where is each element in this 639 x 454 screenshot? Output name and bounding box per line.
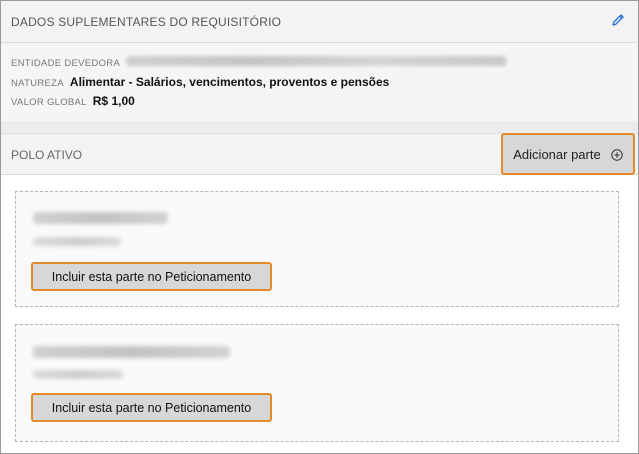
party-name-redacted bbox=[33, 212, 168, 224]
requisitorio-panel: DADOS SUPLEMENTARES DO REQUISITÓRIO ENTI… bbox=[0, 0, 639, 454]
valor-label: VALOR GLOBAL bbox=[11, 97, 87, 108]
valor-value: R$ 1,00 bbox=[92, 94, 135, 108]
natureza-value: Alimentar - Salários, vencimentos, prove… bbox=[69, 75, 390, 89]
party-id-redacted bbox=[33, 237, 121, 246]
section-header: DADOS SUPLEMENTARES DO REQUISITÓRIO bbox=[1, 1, 638, 43]
pencil-icon[interactable] bbox=[610, 12, 626, 28]
entidade-label: ENTIDADE DEVEDORA bbox=[11, 58, 121, 69]
supplementary-info: ENTIDADE DEVEDORA NATUREZA Alimentar - S… bbox=[1, 43, 638, 121]
party-name-redacted bbox=[33, 346, 230, 358]
include-party-button[interactable]: Incluir esta parte no Peticionamento bbox=[31, 262, 272, 291]
natureza-label: NATUREZA bbox=[11, 78, 64, 89]
add-party-label: Adicionar parte bbox=[513, 146, 601, 162]
polo-ativo-title: POLO ATIVO bbox=[11, 148, 83, 162]
entidade-value-redacted bbox=[126, 56, 507, 66]
valor-row: VALOR GLOBAL R$ 1,00 bbox=[11, 94, 135, 108]
add-party-button[interactable]: Adicionar parte bbox=[501, 133, 635, 175]
section-title: DADOS SUPLEMENTARES DO REQUISITÓRIO bbox=[11, 15, 282, 29]
party-id-redacted bbox=[33, 370, 123, 379]
party-card: Incluir esta parte no Peticionamento bbox=[15, 191, 619, 307]
natureza-row: NATUREZA Alimentar - Salários, venciment… bbox=[11, 75, 389, 89]
party-card: Incluir esta parte no Peticionamento bbox=[15, 324, 619, 442]
include-party-button[interactable]: Incluir esta parte no Peticionamento bbox=[31, 393, 272, 422]
plus-circle-icon bbox=[611, 148, 623, 161]
entidade-row: ENTIDADE DEVEDORA bbox=[11, 56, 507, 69]
parties-list: Incluir esta parte no Peticionamento Inc… bbox=[1, 175, 638, 453]
